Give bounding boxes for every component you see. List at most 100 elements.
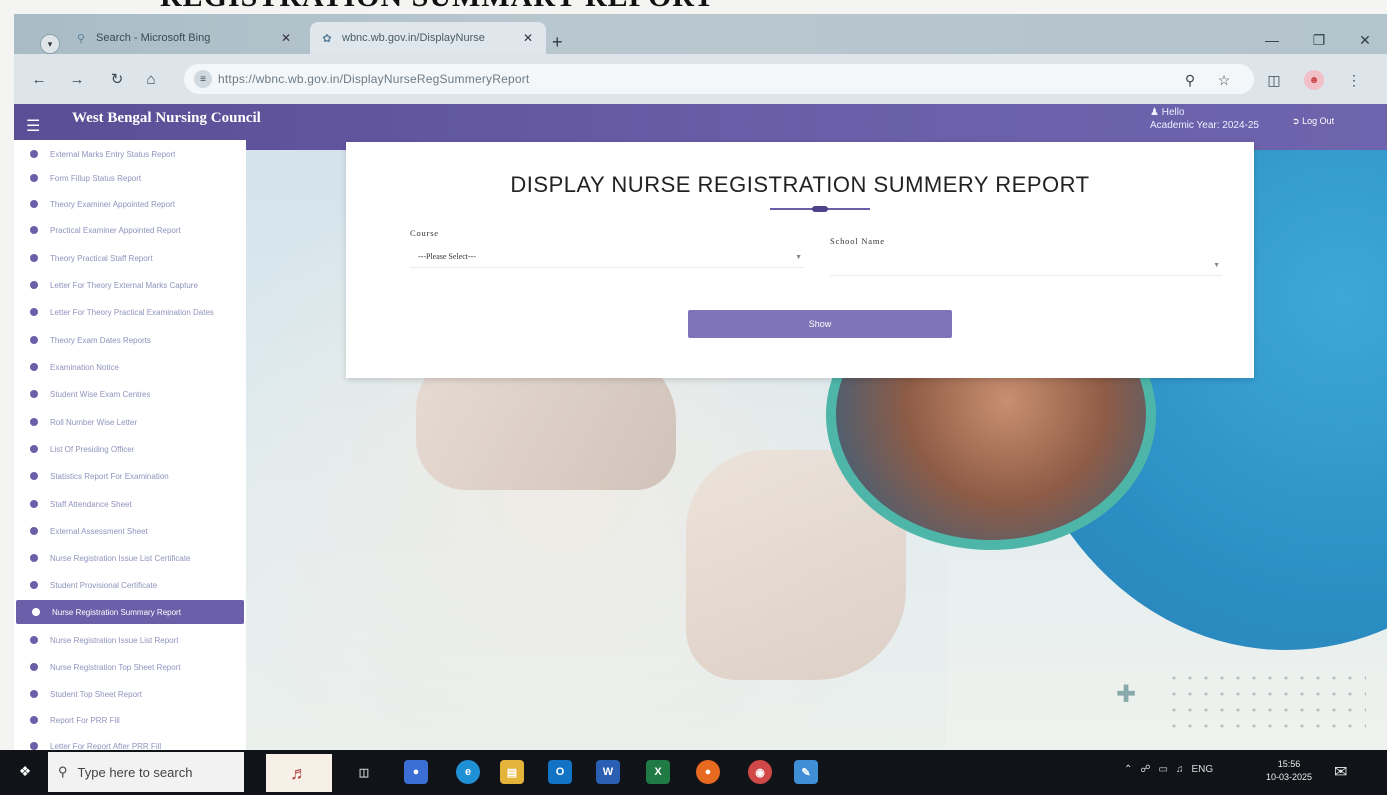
sidebar-item[interactable]: Nurse Registration Issue List Report	[14, 628, 246, 652]
sidebar-item[interactable]: Report For PRR Fill	[14, 708, 246, 732]
sidebar-item[interactable]: Staff Attendance Sheet	[14, 492, 246, 516]
task-view-icon[interactable]: ◫	[352, 760, 376, 784]
url-text[interactable]: https://wbnc.wb.gov.in/DisplayNurseRegSu…	[218, 72, 529, 86]
chrome-canary-icon[interactable]: ●	[404, 760, 428, 784]
file-explorer-icon[interactable]: ▤	[500, 760, 524, 784]
new-tab-icon[interactable]: +	[552, 32, 563, 53]
nav-bullet-icon	[30, 690, 38, 698]
logout-icon: ➲	[1292, 116, 1300, 126]
network-icon[interactable]: ☍	[1140, 764, 1150, 775]
firefox-icon[interactable]: ●	[696, 760, 720, 784]
nav-bullet-icon	[30, 636, 38, 644]
clock-date: 10-03-2025	[1266, 772, 1313, 782]
profile-avatar-icon[interactable]: ☻	[1304, 70, 1324, 90]
browser-titlebar: ▾ ⚲ Search - Microsoft Bing ✕ ✿ wbnc.wb.…	[14, 14, 1387, 54]
nav-bullet-icon	[30, 472, 38, 480]
taskbar-clock[interactable]: 15:56 10-03-2025	[1266, 758, 1312, 784]
chevron-down-icon: ▼	[795, 253, 802, 261]
volume-icon[interactable]: ♫	[1176, 764, 1184, 775]
close-window-icon[interactable]: ✕	[1350, 26, 1380, 54]
close-tab-icon[interactable]: ✕	[520, 31, 536, 45]
tab-display-nurse[interactable]: ✿ wbnc.wb.gov.in/DisplayNurse ✕	[310, 22, 546, 54]
logout-button[interactable]: ➲ Log Out	[1292, 116, 1334, 127]
paint-icon[interactable]: ✎	[794, 760, 818, 784]
sidebar-item[interactable]: Student Provisional Certificate	[14, 573, 246, 597]
nav-bullet-icon	[30, 281, 38, 289]
language-indicator[interactable]: ENG	[1191, 764, 1213, 775]
forward-icon[interactable]: →	[66, 68, 88, 90]
hero-dot-pattern	[1166, 670, 1366, 740]
nav-bullet-icon	[30, 742, 38, 750]
site-favicon-icon: ✿	[322, 32, 332, 45]
sidebar-item[interactable]: Examination Notice	[14, 355, 246, 379]
sidebar-item[interactable]: Student Wise Exam Centres	[14, 382, 246, 406]
school-name-select[interactable]: ▼	[830, 254, 1222, 276]
more-menu-icon[interactable]: ⋮	[1344, 70, 1364, 90]
nav-bullet-icon	[32, 608, 40, 616]
nav-bullet-icon	[30, 336, 38, 344]
sidebar-item[interactable]: Practical Examiner Appointed Report	[14, 218, 246, 242]
bookmark-star-icon[interactable]: ☆	[1214, 70, 1234, 90]
excel-icon[interactable]: X	[646, 760, 670, 784]
sidebar-item[interactable]: Roll Number Wise Letter	[14, 410, 246, 434]
logout-label: Log Out	[1302, 116, 1335, 126]
sidebar-item[interactable]: Statistics Report For Examination	[14, 464, 246, 488]
sidebar-item[interactable]: List Of Presiding Officer	[14, 437, 246, 461]
sidebar-item[interactable]: External Assessment Sheet	[14, 519, 246, 543]
back-icon[interactable]: ←	[28, 68, 50, 90]
nav-bullet-icon	[30, 663, 38, 671]
report-form-card: DISPLAY NURSE REGISTRATION SUMMERY REPOR…	[346, 142, 1254, 378]
academic-year: Academic Year: 2024-25	[1150, 120, 1259, 131]
sidebar-item[interactable]: Letter For Theory External Marks Capture	[14, 273, 246, 297]
browser-toolbar: ← → ↻ ⌂ ≡ https://wbnc.wb.gov.in/Display…	[14, 54, 1387, 104]
battery-icon[interactable]: ▭	[1159, 764, 1168, 775]
search-icon: ⚲	[58, 764, 68, 779]
course-label: Course	[410, 228, 439, 238]
windows-start-icon[interactable]: ❖	[16, 762, 34, 780]
site-info-icon[interactable]: ≡	[194, 70, 212, 88]
sidebar-item[interactable]: Letter For Report After PRR Fill	[14, 734, 246, 750]
restore-icon[interactable]: ❐	[1304, 26, 1334, 54]
sidebar-item[interactable]: Form Fillup Status Report	[14, 166, 246, 190]
sidebar-item[interactable]: Theory Examiner Appointed Report	[14, 192, 246, 216]
sidebar-item[interactable]: Nurse Registration Issue List Certificat…	[14, 546, 246, 570]
widget-icon[interactable]: ♬	[266, 754, 332, 792]
tab-bing-search[interactable]: ⚲ Search - Microsoft Bing ✕	[64, 22, 304, 54]
tab-label: Search - Microsoft Bing	[96, 32, 211, 44]
nav-bullet-icon	[30, 527, 38, 535]
nav-bullet-icon	[30, 445, 38, 453]
sidebar-item[interactable]: Student Top Sheet Report	[14, 682, 246, 706]
outlook-icon[interactable]: O	[548, 760, 572, 784]
show-button[interactable]: Show	[688, 310, 952, 338]
hamburger-menu-icon[interactable]: ☰	[26, 116, 40, 136]
course-select[interactable]: ---Please Select--- ▼	[410, 246, 804, 268]
nav-bullet-icon	[30, 554, 38, 562]
tray-chevron-icon[interactable]: ⌃	[1124, 764, 1132, 775]
sidebar-item[interactable]: Nurse Registration Top Sheet Report	[14, 655, 246, 679]
search-icon: ⚲	[76, 32, 86, 45]
notification-icon[interactable]: ✉	[1334, 762, 1347, 782]
minimize-icon[interactable]: —	[1257, 26, 1287, 54]
chrome-icon[interactable]: ◉	[748, 760, 772, 784]
sidebar-item[interactable]: Theory Practical Staff Report	[14, 246, 246, 270]
zoom-icon[interactable]: ⚲	[1180, 70, 1200, 90]
extensions-icon[interactable]: ◫	[1264, 70, 1284, 90]
taskbar-search-box[interactable]: ⚲ Type here to search	[48, 752, 244, 792]
document-heading: REGISTRATION SUMMARY REPORT	[160, 0, 715, 8]
sidebar-item[interactable]: Theory Exam Dates Reports	[14, 328, 246, 352]
divider-knob	[812, 206, 828, 212]
word-icon[interactable]: W	[596, 760, 620, 784]
home-icon[interactable]: ⌂	[140, 68, 162, 90]
close-tab-icon[interactable]: ✕	[278, 31, 294, 45]
sidebar-item[interactable]: External Marks Entry Status Report	[14, 142, 246, 166]
edge-icon[interactable]: e	[456, 760, 480, 784]
title-divider	[770, 206, 870, 212]
sidebar-item[interactable]: Letter For Theory Practical Examination …	[14, 300, 246, 324]
browser-menu-icon[interactable]: ▾	[40, 34, 60, 54]
address-bar[interactable]: ≡ https://wbnc.wb.gov.in/DisplayNurseReg…	[184, 64, 1254, 94]
nav-bullet-icon	[30, 308, 38, 316]
windows-taskbar: ❖ ⚲ Type here to search ♬ ◫ ● e ▤ O W X …	[0, 750, 1387, 795]
nav-bullet-icon	[30, 363, 38, 371]
reload-icon[interactable]: ↻	[106, 68, 128, 90]
sidebar-item-nurse-registration-summary[interactable]: Nurse Registration Summary Report	[16, 600, 244, 624]
